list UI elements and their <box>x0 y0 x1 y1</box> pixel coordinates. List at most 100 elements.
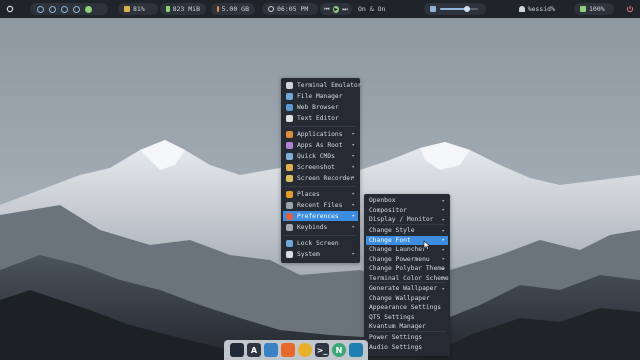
dock-app-terminal[interactable]: >_ <box>315 343 329 357</box>
submenu-item-power-settings[interactable]: Power Settings <box>366 333 448 342</box>
menu-item-applications[interactable]: Applications ▸ <box>283 129 358 139</box>
submenu-item-audio-settings[interactable]: Audio Settings <box>366 343 448 352</box>
submenu-item-label: Change Font <box>369 236 411 244</box>
menu-separator <box>368 224 446 225</box>
workspace-3[interactable] <box>61 5 68 13</box>
submenu-item-generate-wallpaper[interactable]: Generate Wallpaper ▸ <box>366 284 448 293</box>
menu-item-label: Apps As Root <box>297 141 343 149</box>
submenu-item-label: Audio Settings <box>369 343 423 351</box>
menu-item-label: Lock Screen <box>297 239 339 247</box>
submenu-item-kvantum-manager[interactable]: Kvantum Manager <box>366 322 448 331</box>
menu-item-preferences[interactable]: Preferences ▸ <box>283 211 358 221</box>
music-controls: ⏮ ▶ ⏭ <box>320 3 352 15</box>
dock-app-files[interactable] <box>264 343 278 357</box>
dock-app-grid[interactable] <box>230 343 244 357</box>
dock-app-settings[interactable] <box>349 343 363 357</box>
clock-icon <box>268 6 274 12</box>
submenu-arrow-icon: ▸ <box>441 275 445 281</box>
menu-item-places[interactable]: Places ▸ <box>283 189 358 199</box>
submenu-item-label: Change Polybar Theme <box>369 265 445 272</box>
menu-item-terminal-emulator[interactable]: Terminal Emulator <box>283 80 362 90</box>
camera-icon <box>286 163 293 171</box>
submenu-arrow-icon: ▸ <box>351 153 355 159</box>
menu-separator <box>285 126 356 127</box>
launcher-button[interactable] <box>3 3 17 15</box>
dock-app-firefox[interactable] <box>281 343 295 357</box>
menu-item-label: Web Browser <box>297 103 339 111</box>
workspace-4[interactable] <box>73 5 80 13</box>
menu-item-label: File Manager <box>297 92 343 100</box>
menu-item-label: Screen Recorder <box>297 174 354 182</box>
submenu-item-label: Change Powermenu <box>369 255 430 263</box>
menu-item-web-browser[interactable]: Web Browser <box>283 102 358 112</box>
disk-icon <box>217 6 219 12</box>
network-module[interactable]: %essid% <box>513 3 561 15</box>
battery2-percent: 100% <box>589 5 605 13</box>
menu-item-apps-as-root[interactable]: Apps As Root ▸ <box>283 140 358 150</box>
volume-slider[interactable] <box>440 6 478 12</box>
folder-icon <box>286 92 293 100</box>
menu-item-label: Terminal Emulator <box>297 81 362 89</box>
menu-item-text-editor[interactable]: Text Editor <box>283 113 358 123</box>
dock-app-neovim-glyph: N <box>335 345 343 355</box>
lock-icon <box>286 239 293 247</box>
dock-app-terminal-glyph: >_ <box>316 345 328 355</box>
previous-track-icon[interactable]: ⏮ <box>324 6 330 13</box>
volume-knob[interactable] <box>464 6 471 12</box>
menu-item-label: Recent Files <box>297 201 343 209</box>
submenu-item-label: Change Style <box>369 227 415 234</box>
submenu-item-label: Kvantum Manager <box>369 323 426 330</box>
submenu-item-change-style[interactable]: Change Style ▸ <box>366 226 448 235</box>
play-icon[interactable]: ▶ <box>333 5 339 13</box>
submenu-item-change-polybar-theme[interactable]: Change Polybar Theme ▸ <box>366 264 448 273</box>
dock-app-geany[interactable] <box>298 343 312 357</box>
workspace-5[interactable] <box>85 5 92 13</box>
dock-app-neovim[interactable]: N <box>332 343 346 357</box>
volume-module[interactable] <box>424 3 486 15</box>
submenu-arrow-icon: ▸ <box>351 164 355 170</box>
memory-module: 823 MiB <box>160 3 206 15</box>
menu-item-quick-cmds[interactable]: Quick CMDs ▸ <box>283 151 358 161</box>
volume-level-fill <box>440 8 468 10</box>
menu-item-label: Text Editor <box>297 114 339 122</box>
menu-item-label: Quick CMDs <box>297 152 335 160</box>
debian-swirl-icon <box>6 5 14 13</box>
dock-app-archcraft-glyph: A <box>250 345 258 355</box>
submenu-item-change-powermenu[interactable]: Change Powermenu ▸ <box>366 255 448 264</box>
submenu-item-label: Change Wallpaper <box>369 294 430 302</box>
menu-item-file-manager[interactable]: File Manager <box>283 91 358 101</box>
keyboard-icon <box>286 223 293 231</box>
menu-item-screen-recorder[interactable]: Screen Recorder ▸ <box>283 173 358 183</box>
menu-item-screenshot[interactable]: Screenshot ▸ <box>283 162 358 172</box>
submenu-item-appearance-settings[interactable]: Appearance Settings <box>366 303 448 312</box>
menu-item-lock-screen[interactable]: Lock Screen <box>283 238 358 248</box>
submenu-item-display-monitor[interactable]: Display / Monitor ▸ <box>366 215 448 224</box>
battery-full-icon <box>580 6 586 12</box>
submenu-item-qt5-settings[interactable]: QT5 Settings <box>366 313 448 322</box>
menu-separator <box>368 282 446 283</box>
terminal-icon <box>286 81 293 89</box>
mouse-cursor-icon <box>423 240 431 250</box>
recent-icon <box>286 201 293 209</box>
menu-item-system[interactable]: System ▸ <box>283 249 358 259</box>
menu-item-keybinds[interactable]: Keybinds ▸ <box>283 222 358 232</box>
power-button[interactable] <box>624 3 636 15</box>
globe-icon <box>286 103 293 111</box>
menu-item-recent-files[interactable]: Recent Files ▸ <box>283 200 358 210</box>
next-track-icon[interactable]: ⏭ <box>342 6 348 13</box>
submenu-item-compositor[interactable]: Compositor ▸ <box>366 206 448 215</box>
submenu-arrow-icon: ▸ <box>441 265 445 272</box>
memory-usage: 823 MiB <box>172 5 200 13</box>
submenu-item-label: Power Settings <box>369 334 423 341</box>
submenu-item-openbox[interactable]: Openbox ▸ <box>366 196 448 205</box>
dock-app-archcraft[interactable]: A <box>247 343 261 357</box>
clock-module[interactable]: 06:05 PM <box>262 3 318 15</box>
workspace-1[interactable] <box>37 5 44 13</box>
submenu-arrow-icon: ▸ <box>441 246 445 253</box>
submenu-item-change-launcher[interactable]: Change Launcher ▸ <box>366 245 448 254</box>
submenu-item-change-wallpaper[interactable]: Change Wallpaper <box>366 294 448 303</box>
submenu-arrow-icon: ▸ <box>441 227 445 234</box>
submenu-item-change-font[interactable]: Change Font ▸ <box>366 235 448 245</box>
workspace-2[interactable] <box>49 5 56 13</box>
record-icon <box>286 174 293 182</box>
